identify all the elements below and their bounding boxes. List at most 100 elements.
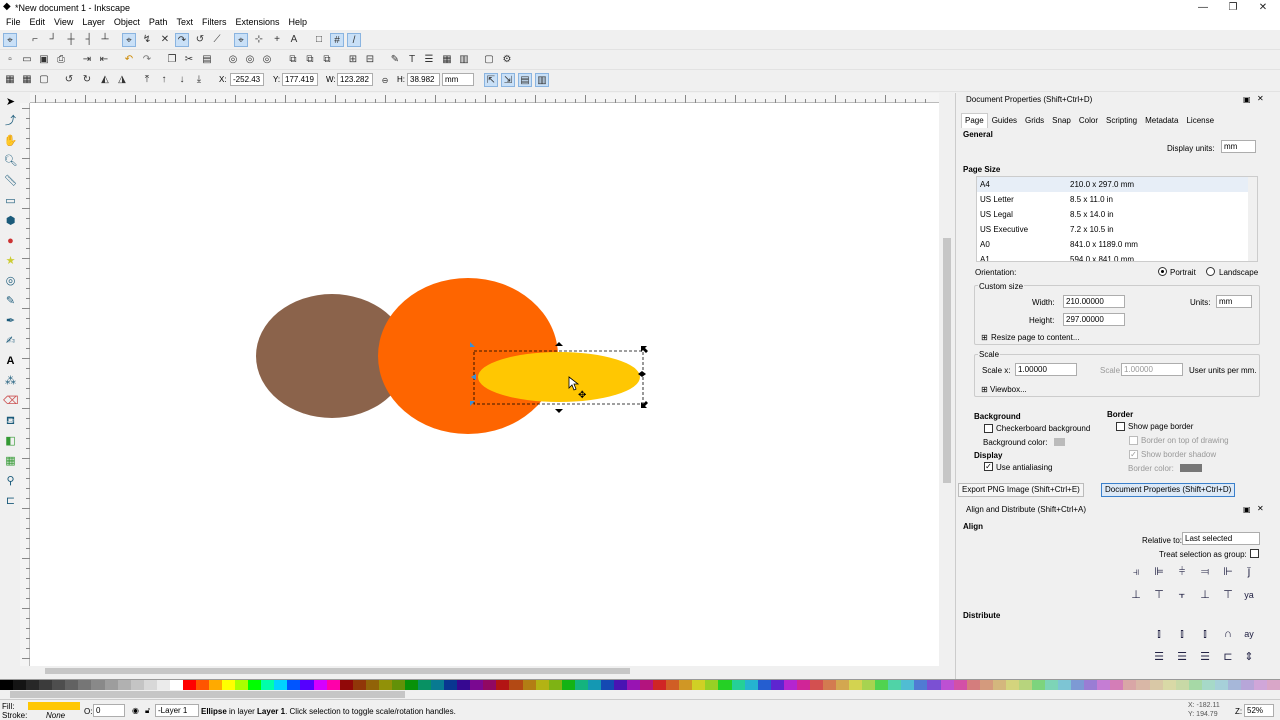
palette-swatch[interactable] [1018,680,1032,690]
zoom-drawing-icon[interactable]: ◎ [243,53,257,67]
palette-swatch[interactable] [849,680,863,690]
palette-swatch[interactable] [287,680,301,690]
snap-intersection-icon[interactable]: ✕ [158,33,172,47]
palette-swatch[interactable] [600,680,614,690]
zoom-tool-icon[interactable]: 🔍︎ [3,154,18,169]
calligraphy-tool-icon[interactable]: ✍ [3,334,18,349]
palette-swatch[interactable] [940,680,954,690]
palette-swatch[interactable] [979,680,993,690]
tab-metadata[interactable]: Metadata [1141,113,1182,128]
tab-grids[interactable]: Grids [1021,113,1048,128]
palette-swatch[interactable] [418,680,432,690]
palette-swatch[interactable] [52,680,66,690]
clone-icon[interactable]: ⧉ [303,53,317,67]
palette-swatch[interactable] [613,680,627,690]
group-icon[interactable]: ⊞ [346,53,360,67]
palette-swatch[interactable] [182,680,196,690]
palette-swatch[interactable] [718,680,732,690]
palette-swatch[interactable] [339,680,353,690]
snap-toggle-icon[interactable]: ⌖ [3,33,17,47]
palette-swatch[interactable] [470,680,484,690]
align-baselines-icon[interactable]: ya [1241,587,1257,603]
zoom-selection-icon[interactable]: ◎ [226,53,240,67]
viewbox-expander-icon[interactable]: ⊞ [981,385,988,394]
align-top-edges-icon[interactable]: ⊤ [1151,587,1167,603]
relative-to-select[interactable]: Last selected [1182,532,1260,545]
canvas-horizontal-scrollbar[interactable] [30,666,954,676]
page-size-row[interactable]: A1 594.0 x 841.0 mm [977,252,1257,261]
palette-swatch[interactable] [195,680,209,690]
close-button[interactable]: ✕ [1248,1,1278,14]
snap-bbox-center-icon[interactable]: ┴ [98,33,112,47]
palette-swatch[interactable] [914,680,928,690]
palette-swatch[interactable] [457,680,471,690]
palette-swatch[interactable] [1058,680,1072,690]
tab-snap[interactable]: Snap [1048,113,1075,128]
border-color-swatch[interactable] [1180,464,1202,472]
palette-swatch[interactable] [783,680,797,690]
palette-swatch[interactable] [104,680,118,690]
palette-swatch[interactable] [627,680,641,690]
palette-swatch[interactable] [862,680,876,690]
palette-swatch[interactable] [1175,680,1189,690]
palette-scroll-thumb[interactable] [10,691,405,698]
palette-swatch[interactable] [1201,680,1215,690]
palette-swatch[interactable] [496,680,510,690]
distribute-baselines-icon[interactable]: ay [1241,626,1257,642]
new-document-icon[interactable]: ▫ [3,53,17,67]
palette-swatch[interactable] [796,680,810,690]
palette-swatch[interactable] [705,680,719,690]
palette-swatch[interactable] [1097,680,1111,690]
palette-swatch[interactable] [222,680,236,690]
save-icon[interactable]: ▣ [37,53,51,67]
menu-file[interactable]: File [2,15,26,30]
snap-path-icon[interactable]: ↯ [140,33,154,47]
snap-smooth-icon[interactable]: ↺ [193,33,207,47]
cut-icon[interactable]: ✂ [182,53,196,67]
fill-stroke-icon[interactable]: ✎ [388,53,402,67]
selector-tool-icon[interactable]: ➤ [3,95,18,110]
layer-visibility-icon[interactable]: ◉ [132,706,139,715]
raise-to-top-icon[interactable]: ⤒ [140,73,154,87]
palette-swatch[interactable] [666,680,680,690]
opacity-input[interactable]: 0 [93,704,125,717]
zoom-input[interactable]: 52% [1244,704,1274,717]
palette-swatch[interactable] [692,680,706,690]
menu-view[interactable]: View [50,15,78,30]
connector-tool-icon[interactable]: ⊏ [3,494,18,509]
palette-swatch[interactable] [1267,680,1280,690]
viewbox-expander[interactable]: Viewbox... [990,385,1027,394]
w-input[interactable]: 123.282 [337,73,373,86]
mesh-tool-icon[interactable]: ▦ [3,454,18,469]
palette-swatch[interactable] [130,680,144,690]
palette-swatch[interactable] [483,680,497,690]
lock-ratio-icon[interactable]: ⊖ [378,74,392,88]
distribute-gaps-h-icon[interactable]: ∩ [1220,626,1236,642]
align-right-edges-icon[interactable]: ⫤ [1197,564,1213,580]
palette-swatch[interactable] [117,680,131,690]
palette-swatch[interactable] [1045,680,1059,690]
layers-icon[interactable]: ☰ [422,53,436,67]
palette-swatch[interactable] [39,680,53,690]
text-tool-icon[interactable]: A [3,354,18,369]
distribute-gaps-v-icon[interactable]: ⊏ [1220,649,1236,665]
snap-rotation-center-icon[interactable]: + [270,33,284,47]
page-size-row[interactable]: A0 841.0 x 1189.0 mm [977,237,1257,252]
distribute-left-icon[interactable]: ⫾ [1151,626,1167,642]
palette-swatch[interactable] [522,680,536,690]
stroke-value[interactable]: None [46,711,65,720]
docprops-close-icon[interactable]: ✕ [1257,94,1264,103]
minimize-button[interactable]: — [1188,1,1218,14]
vscroll-thumb[interactable] [943,238,951,483]
hscroll-thumb[interactable] [45,668,630,674]
node-tool-icon[interactable]: ⤴ [3,114,18,129]
tweak-tool-icon[interactable]: ✋ [3,134,18,149]
palette-swatch[interactable] [875,680,889,690]
palette-swatch[interactable] [261,680,275,690]
height-input[interactable]: 297.00000 [1063,313,1125,326]
palette-swatch[interactable] [1110,680,1124,690]
canvas[interactable]: ✥ [30,103,939,666]
menu-text[interactable]: Text [172,15,198,30]
snap-bbox-icon[interactable]: ⌐ [28,33,42,47]
snap-grid-icon[interactable]: # [330,33,344,47]
